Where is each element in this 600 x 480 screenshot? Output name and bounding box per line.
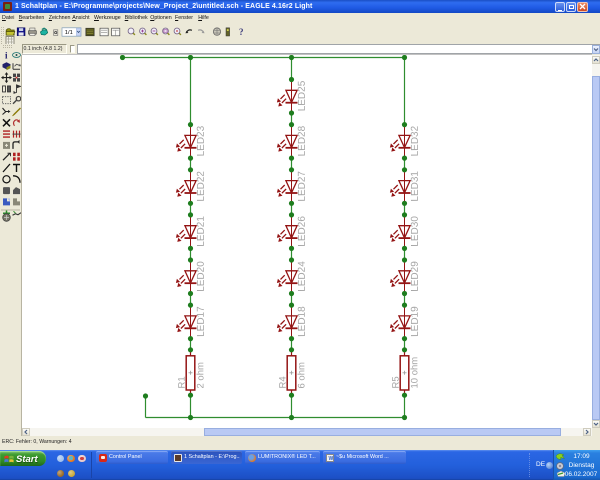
svg-text:LED19: LED19 [410,306,421,337]
svg-text:LED18: LED18 [297,306,308,337]
svg-text:R5: R5 [391,376,402,388]
svg-text:LED29: LED29 [410,261,421,292]
svg-text:?: ? [239,27,244,37]
svg-text:2 ohm: 2 ohm [195,362,206,389]
svg-text:LED17: LED17 [196,306,207,337]
svg-text:LED22: LED22 [196,171,207,202]
svg-text:LED23: LED23 [196,125,207,156]
svg-text:LED25: LED25 [297,80,308,111]
svg-text:10 ohm: 10 ohm [409,357,420,389]
svg-text:LED31: LED31 [410,171,421,202]
svg-text:LED20: LED20 [196,261,207,292]
svg-text:LED28: LED28 [297,125,308,156]
svg-text:i: i [5,51,8,61]
svg-text:LED26: LED26 [297,216,308,247]
svg-text:R4: R4 [278,376,289,388]
svg-text:LED27: LED27 [297,171,308,202]
svg-text:LED24: LED24 [297,261,308,292]
svg-text:6 ohm: 6 ohm [296,362,307,389]
svg-text:LED21: LED21 [196,216,207,247]
svg-text:LED32: LED32 [410,125,421,156]
svg-text:R1: R1 [177,376,188,388]
svg-text:LED30: LED30 [410,216,421,247]
svg-text:1/1: 1/1 [65,30,73,36]
